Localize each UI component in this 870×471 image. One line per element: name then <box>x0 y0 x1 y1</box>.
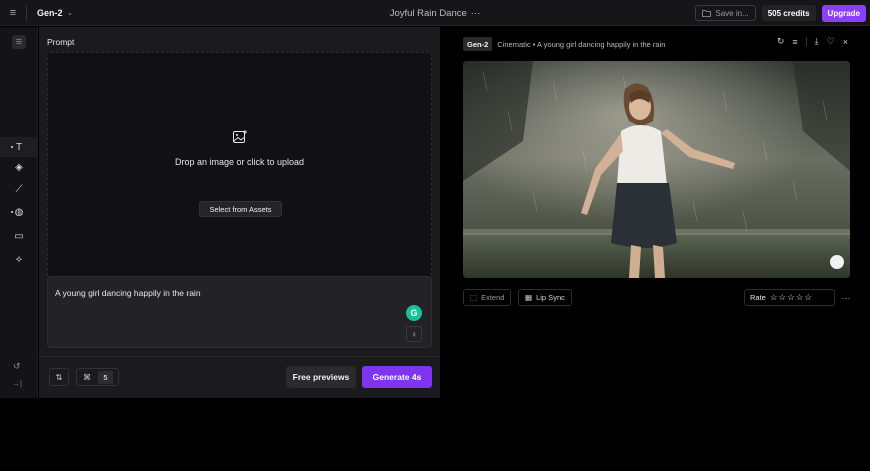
tool-glyph: T <box>15 141 23 153</box>
lightbulb-icon[interactable]: ♀ <box>406 326 422 342</box>
grammarly-icon[interactable]: G <box>406 305 422 321</box>
star-rating[interactable]: ☆☆☆☆☆ <box>770 292 813 303</box>
save-button[interactable]: Save in... <box>695 5 756 21</box>
output-actions: ↻ ≡ ⤓ ♡ × <box>777 36 848 47</box>
topbar-actions: Save in... 505 credits Upgrade <box>695 0 866 26</box>
panel-toggle-icon[interactable]: ☰ <box>12 35 26 49</box>
rate-label: Rate <box>750 293 766 302</box>
menu-icon[interactable]: ≡ <box>0 0 26 26</box>
motion-control[interactable]: ⌘ 5 <box>76 368 119 386</box>
tool-glyph: ◍ <box>14 206 24 218</box>
credits-badge[interactable]: 505 credits <box>761 5 816 21</box>
extend-label: Extend <box>481 293 505 302</box>
output-header: Gen-2 Cinematic • A young girl dancing h… <box>463 37 665 51</box>
folder-icon <box>702 9 712 17</box>
select-from-assets-button[interactable]: Select from Assets <box>199 201 282 217</box>
divider <box>805 36 807 47</box>
palette-tool-icon[interactable]: ◍ <box>0 202 38 222</box>
lip-sync-icon: ▦ <box>525 293 533 302</box>
menu-icon[interactable]: ≡ <box>792 37 797 47</box>
generate-button[interactable]: Generate 4s <box>362 366 432 388</box>
top-bar: ≡ Gen-2 ⌄ Joyful Rain Dance ··· Save in.… <box>0 0 870 26</box>
output-description: Cinematic • A young girl dancing happily… <box>497 39 666 49</box>
brush-tool-icon[interactable]: ⟋ <box>0 179 38 199</box>
image-upload-icon <box>233 130 247 143</box>
model-tag: Gen-2 <box>463 37 493 51</box>
refresh-icon[interactable]: ↻ <box>777 36 785 47</box>
tool-glyph: ⟡ <box>15 253 23 265</box>
more-icon[interactable]: ··· <box>840 289 852 306</box>
rain-scene-image <box>463 61 850 278</box>
generated-image[interactable] <box>463 61 850 278</box>
divider <box>39 356 440 357</box>
image-dropzone[interactable]: Drop an image or click to upload Select … <box>47 52 432 291</box>
upgrade-button[interactable]: Upgrade <box>821 4 866 22</box>
close-icon[interactable]: × <box>843 37 848 47</box>
settings-icon[interactable]: ⇅ <box>49 368 69 386</box>
tool-glyph: ◈ <box>15 161 23 173</box>
free-previews-button[interactable]: Free previews <box>286 366 356 388</box>
motion-value: 5 <box>98 370 113 384</box>
media-indicator[interactable] <box>830 255 844 269</box>
save-button-label: Save in... <box>715 8 749 18</box>
chevron-down-icon: ⌄ <box>66 8 74 17</box>
output-panel: Gen-2 Cinematic • A young girl dancing h… <box>441 27 870 398</box>
prompt-panel: Prompt Drop an image or click to upload … <box>39 27 440 398</box>
active-dot <box>11 211 13 213</box>
undo-icon[interactable]: ↺ <box>13 361 21 372</box>
download-icon[interactable]: ⤓ <box>815 36 819 47</box>
model-selector[interactable]: Gen-2 ⌄ <box>37 8 73 18</box>
layers-tool-icon[interactable]: ⟡ <box>0 249 38 269</box>
frame-tool-icon[interactable]: ▭ <box>0 226 38 246</box>
tool-glyph: ⟋ <box>15 183 23 195</box>
rating-control: Rate ☆☆☆☆☆ <box>744 289 835 306</box>
image-tool-icon[interactable]: ◈ <box>0 157 38 177</box>
more-icon[interactable]: ··· <box>471 8 481 19</box>
lip-sync-label: Lip Sync <box>536 293 565 302</box>
extend-button[interactable]: ⬚ Extend <box>463 289 512 306</box>
prompt-input[interactable]: A young girl dancing happily in the rain… <box>47 276 432 348</box>
dropzone-text: Drop an image or click to upload <box>174 157 305 167</box>
text-tool-icon[interactable]: T <box>0 137 38 157</box>
project-title[interactable]: Joyful Rain Dance <box>390 8 467 19</box>
tool-rail: ☰ T ◈ ⟋ ◍ ▭ ⟡ ↺ →| <box>0 27 38 398</box>
active-dot <box>11 146 13 148</box>
prompt-label: Prompt <box>47 37 75 47</box>
lip-sync-button[interactable]: ▦ Lip Sync <box>518 289 572 306</box>
divider <box>26 4 27 21</box>
collapse-icon[interactable]: →| <box>12 379 22 388</box>
extend-icon: ⬚ <box>470 293 478 302</box>
model-name: Gen-2 <box>37 7 63 18</box>
tool-glyph: ▭ <box>14 230 24 242</box>
prompt-text[interactable]: A young girl dancing happily in the rain <box>55 288 201 298</box>
motion-icon: ⌘ <box>83 372 91 382</box>
heart-icon[interactable]: ♡ <box>827 36 835 47</box>
